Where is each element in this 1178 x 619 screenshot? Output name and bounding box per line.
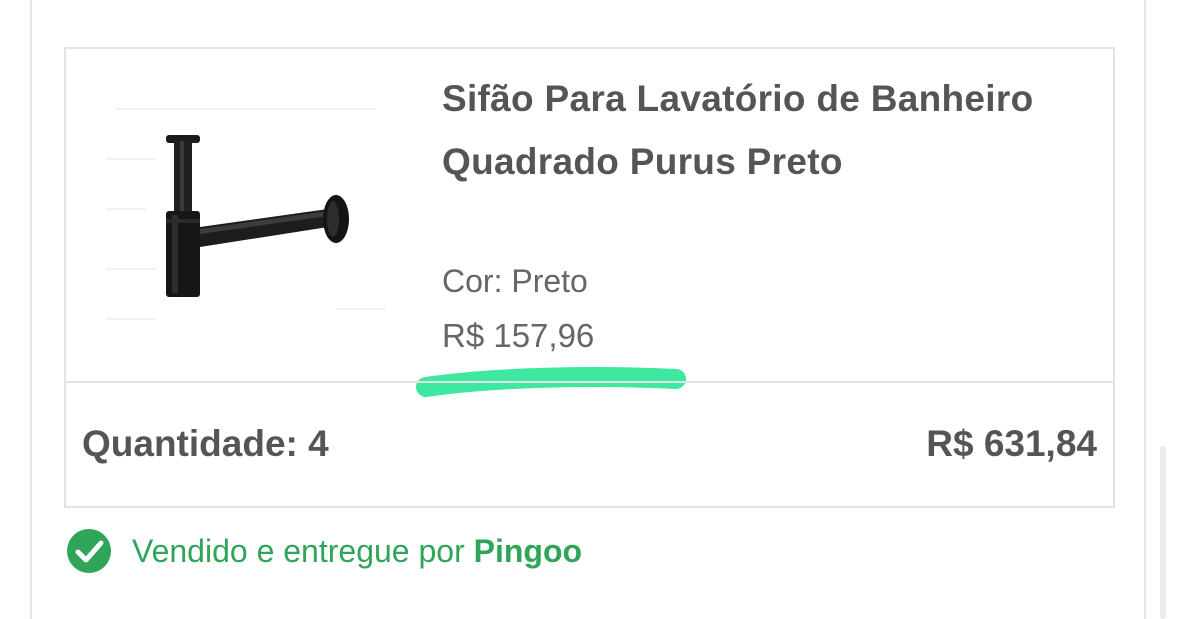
seller-prefix: Vendido e entregue por: [132, 532, 474, 569]
seller-name[interactable]: Pingoo: [474, 533, 582, 569]
seller-text: Vendido e entregue por Pingoo: [132, 533, 582, 570]
order-item-page: Sifão Para Lavatório de Banheiro Quadrad…: [0, 0, 1178, 619]
order-item-card: Sifão Para Lavatório de Banheiro Quadrad…: [64, 47, 1115, 508]
card-divider: [66, 381, 1113, 383]
seller-info: Vendido e entregue por Pingoo: [66, 527, 582, 575]
scrollbar[interactable]: [1160, 446, 1166, 619]
highlighter-mark: [416, 367, 686, 397]
check-circle-icon: [67, 529, 111, 573]
product-image[interactable]: [96, 69, 396, 369]
unit-price: R$ 157,96: [442, 317, 595, 354]
line-total: R$ 631,84: [926, 423, 1097, 464]
quantity-label: Quantidade: 4: [82, 423, 329, 464]
product-color: Cor: Preto: [442, 263, 588, 299]
product-title[interactable]: Sifão Para Lavatório de Banheiro Quadrad…: [442, 67, 1062, 193]
